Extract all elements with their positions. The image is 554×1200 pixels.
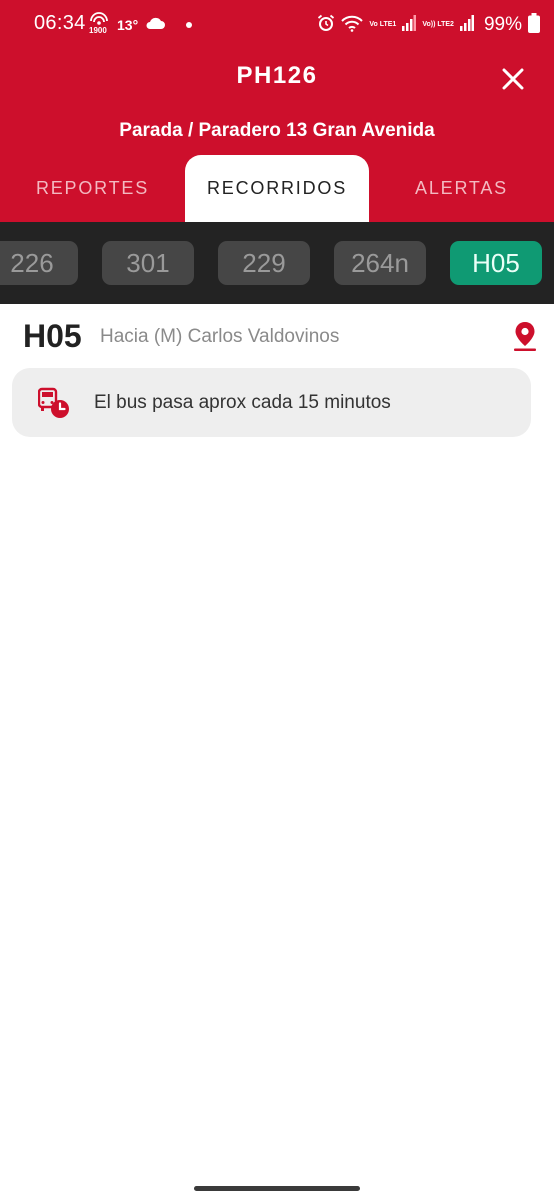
- header: 06:34 1900 13° Vo LTE1 Vo)) LTE2 99% PH1…: [0, 0, 554, 222]
- cloud-icon: [145, 16, 166, 35]
- battery-percent: 99%: [483, 14, 522, 35]
- hotspot-icon: 1900: [88, 12, 110, 38]
- page-title: PH126: [236, 62, 318, 89]
- route-destination: Hacia (M) Carlos Valdovinos: [100, 326, 340, 347]
- route-chip-h05[interactable]: H05: [450, 241, 542, 285]
- tab-reportes[interactable]: REPORTES: [0, 155, 185, 222]
- route-chip-301[interactable]: 301: [102, 241, 194, 285]
- wifi-icon: [341, 14, 364, 37]
- battery-icon: [528, 12, 540, 38]
- close-icon[interactable]: [494, 60, 532, 98]
- volte1-label: Vo LTE1: [369, 21, 397, 28]
- home-indicator[interactable]: [194, 1186, 360, 1191]
- frequency-card: El bus pasa aprox cada 15 minutos: [12, 368, 531, 437]
- close-button[interactable]: [494, 60, 532, 98]
- notification-dot: [186, 22, 193, 28]
- status-left-icons: 1900 13°: [88, 12, 193, 38]
- volte2-label: Vo)) LTE2: [422, 21, 454, 28]
- route-chip-226[interactable]: 226: [0, 241, 78, 285]
- status-right-icons: Vo LTE1 Vo)) LTE2 99%: [317, 12, 540, 38]
- signal-icon: [402, 14, 417, 36]
- stop-name: Parada / Paradero 13 Gran Avenida: [119, 120, 435, 141]
- route-code: H05: [23, 318, 82, 354]
- status-time: 06:34: [34, 12, 86, 34]
- tab-alertas[interactable]: ALERTAS: [369, 155, 554, 222]
- temperature: 13°: [117, 17, 139, 33]
- hotspot-label: 1900: [89, 26, 107, 35]
- route-chip-264n[interactable]: 264n: [334, 241, 426, 285]
- map-pin-icon[interactable]: [512, 320, 538, 352]
- signal-icon: [459, 14, 474, 36]
- alarm-icon: [317, 14, 335, 37]
- bus-clock-icon: [38, 387, 69, 418]
- tab-recorridos[interactable]: RECORRIDOS: [185, 155, 369, 222]
- route-selector[interactable]: 226 301 229 264n H05: [0, 222, 554, 304]
- frequency-text: El bus pasa aprox cada 15 minutos: [94, 392, 391, 413]
- status-bar: 06:34 1900 13° Vo LTE1 Vo)) LTE2 99%: [0, 0, 554, 50]
- map-pin-button[interactable]: [512, 320, 538, 352]
- route-chip-229[interactable]: 229: [218, 241, 310, 285]
